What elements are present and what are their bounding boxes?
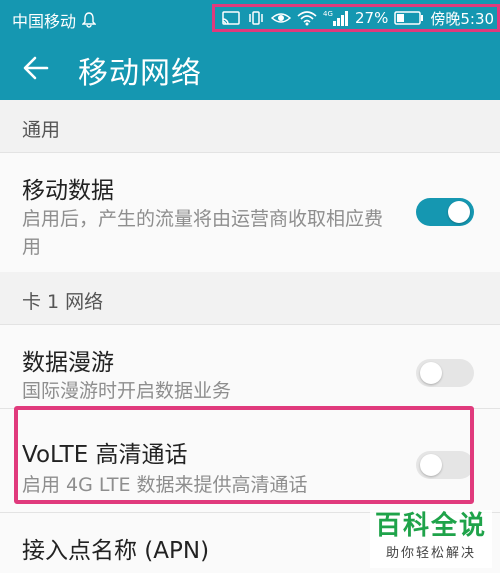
status-time: 傍晚5:30	[430, 9, 495, 28]
toggle-knob	[448, 201, 470, 223]
setting-data-roaming[interactable]: 数据漫游 国际漫游时开启数据业务	[0, 324, 500, 408]
eye-comfort-icon	[271, 10, 291, 26]
notification-bell-icon	[82, 12, 97, 28]
data-roaming-subtitle: 国际漫游时开启数据业务	[22, 380, 232, 402]
wifi-icon	[297, 10, 317, 26]
carrier-name: 中国移动	[12, 12, 77, 31]
page-title: 移动网络	[78, 56, 202, 91]
watermark-title: 百科全说	[374, 511, 487, 541]
battery-icon	[394, 10, 424, 26]
vibrate-icon	[247, 10, 265, 26]
mobile-data-title: 移动数据	[22, 178, 114, 204]
setting-mobile-data[interactable]: 移动数据 启用后，产生的流量将由运营商收取相应费用	[0, 152, 500, 272]
volte-title: VoLTE 高清通话	[22, 442, 188, 468]
status-left: 中国移动	[12, 8, 97, 32]
data-roaming-title: 数据漫游	[22, 350, 114, 376]
data-roaming-toggle[interactable]	[416, 359, 474, 387]
volte-toggle[interactable]	[416, 451, 474, 479]
back-button[interactable]	[18, 50, 54, 86]
toggle-knob	[420, 454, 442, 476]
arrow-left-icon	[23, 56, 49, 80]
toggle-knob	[420, 362, 442, 384]
cast-icon	[221, 10, 241, 26]
status-icons-highlight: 4G 27% 傍晚5:30	[212, 4, 500, 32]
mobile-data-subtitle: 启用后，产生的流量将由运营商收取相应费用	[22, 208, 384, 258]
status-bar: 中国移动 4G 27% 傍晚5:30	[0, 0, 500, 36]
setting-volte[interactable]: VoLTE 高清通话 启用 4G LTE 数据来提供高清通话	[0, 408, 500, 512]
watermark-logo: 百科全说 助你轻松解决	[370, 510, 492, 568]
section-header-general: 通用	[0, 106, 500, 154]
section-header-sim1: 卡 1 网络	[0, 278, 500, 326]
app-bar: 移动网络	[0, 36, 500, 100]
mobile-data-toggle[interactable]	[416, 198, 474, 226]
apn-title: 接入点名称 (APN)	[22, 538, 210, 564]
volte-subtitle: 启用 4G LTE 数据来提供高清通话	[22, 474, 308, 496]
battery-percent: 27%	[355, 9, 389, 27]
watermark-subtitle: 助你轻松解决	[385, 546, 476, 561]
network-badge-text: 4G	[323, 10, 333, 18]
signal-4g-icon: 4G	[323, 9, 349, 27]
